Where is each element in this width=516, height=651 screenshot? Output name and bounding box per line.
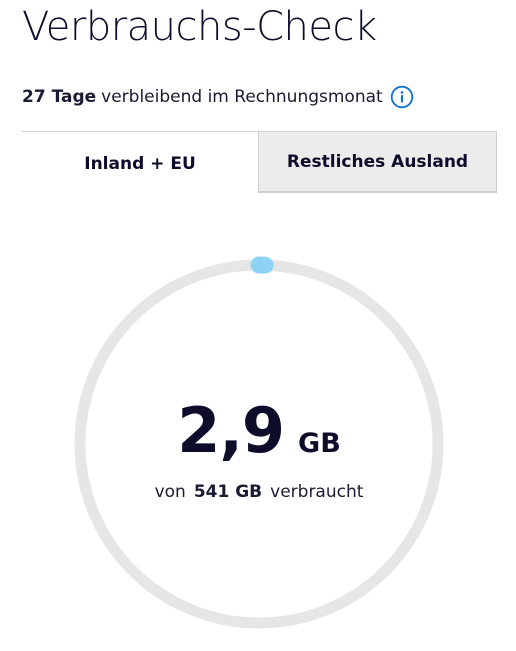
used-amount: 2,9 [177,394,285,467]
amount-row: 2,9 GB [71,394,447,467]
billing-days-row: 27 Tage verbleibend im Rechnungsmonat [22,85,414,109]
usage-check-page: Verbrauchs-Check 27 Tage verbleibend im … [0,0,516,651]
usage-gauge: 2,9 GB von 541 GB verbraucht [71,256,447,632]
days-remaining-text: verbleibend im Rechnungsmonat [101,87,383,107]
usage-total: 541 GB [193,482,263,502]
used-unit: GB [298,428,341,459]
gauge-center: 2,9 GB von 541 GB verbraucht [71,256,447,632]
region-tabs: Inland + EU Restliches Ausland [22,131,497,193]
usage-prefix: von [154,482,186,502]
tab-inland-eu[interactable]: Inland + EU [22,131,258,193]
usage-suffix: verbraucht [270,482,364,502]
usage-summary: von 541 GB verbraucht [71,482,447,502]
days-remaining: 27 Tage [22,87,97,107]
info-icon[interactable] [390,85,414,109]
tab-restliches-ausland[interactable]: Restliches Ausland [258,131,497,193]
page-title: Verbrauchs-Check [22,4,377,50]
